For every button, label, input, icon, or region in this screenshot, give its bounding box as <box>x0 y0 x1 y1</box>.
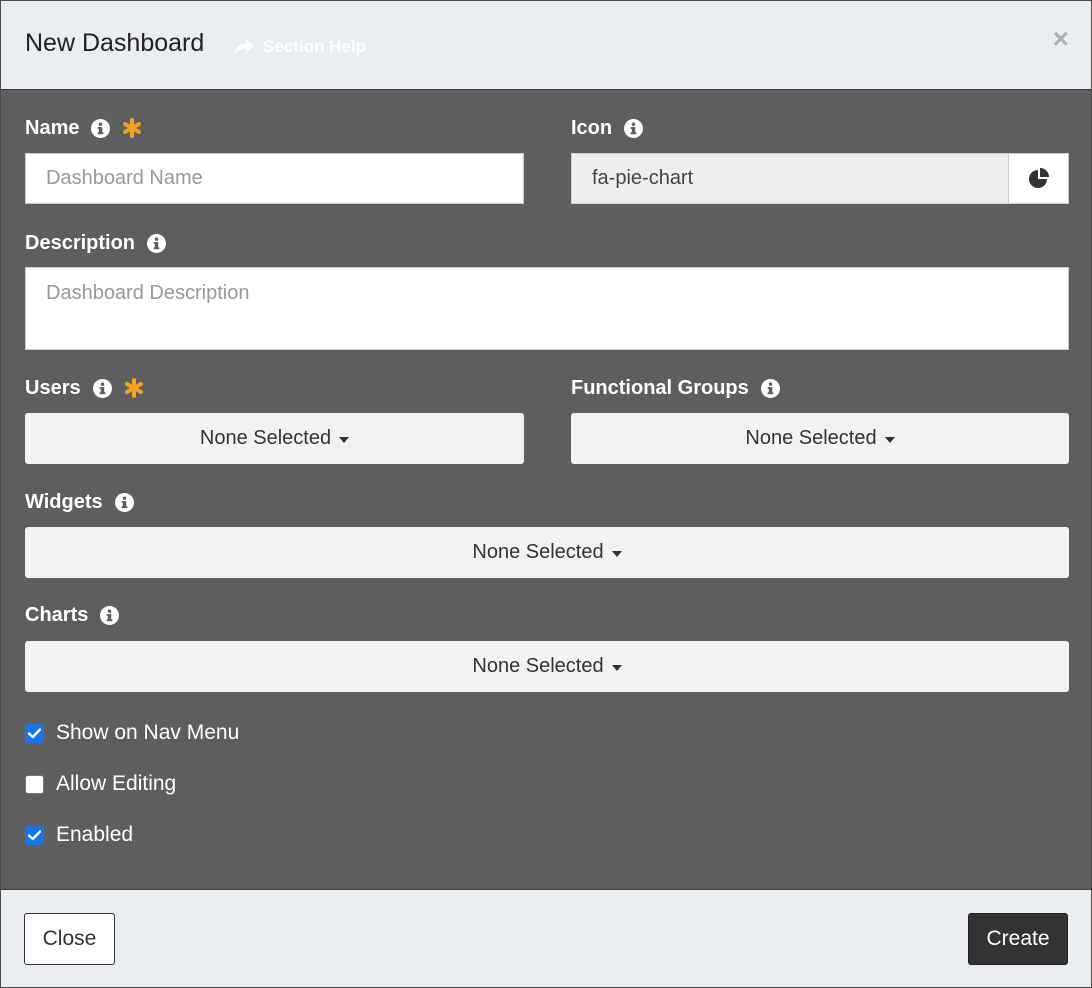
icon-label-group: Icon <box>571 114 644 142</box>
name-label-group: Name <box>25 114 142 142</box>
functional-groups-label-group: Functional Groups <box>571 374 780 402</box>
widgets-dropdown-value: None Selected <box>472 541 604 563</box>
charts-dropdown-value: None Selected <box>472 655 604 677</box>
show-on-nav-menu-label: Show on Nav Menu <box>56 721 240 744</box>
users-dropdown-value: None Selected <box>199 427 332 449</box>
checkmark-icon <box>28 727 41 738</box>
charts-dropdown[interactable]: None Selected <box>25 641 1069 692</box>
info-icon[interactable] <box>100 605 120 625</box>
widgets-label-group: Widgets <box>25 488 134 516</box>
pie-chart-icon <box>1028 167 1049 188</box>
modal-header: New Dashboard Section Help × <box>1 1 1091 90</box>
charts-label-group: Charts <box>25 601 120 629</box>
functional-groups-dropdown-value: None Selected <box>745 427 877 449</box>
widgets-dropdown[interactable]: None Selected <box>25 527 1069 578</box>
show-on-nav-menu-checkbox[interactable] <box>25 723 44 743</box>
info-icon[interactable] <box>92 378 112 398</box>
dashboard-name-input[interactable]: Dashboard Name <box>25 153 524 204</box>
caret-down-icon <box>884 436 895 443</box>
caret-down-icon <box>611 550 622 557</box>
description-label-group: Description <box>25 229 167 257</box>
allow-editing-option[interactable]: Allow Editing <box>25 772 176 796</box>
section-help-label: Section Help <box>263 37 366 56</box>
required-asterisk-icon <box>124 378 143 398</box>
info-icon[interactable] <box>760 378 780 398</box>
enabled-checkbox[interactable] <box>25 825 44 845</box>
caret-down-icon <box>339 436 350 443</box>
info-icon[interactable] <box>624 118 644 138</box>
allow-editing-checkbox[interactable] <box>25 774 44 794</box>
create-button[interactable]: Create <box>968 913 1068 965</box>
widgets-label: Widgets <box>25 490 103 513</box>
users-dropdown[interactable]: None Selected <box>25 413 524 464</box>
enabled-option[interactable]: Enabled <box>25 823 133 847</box>
dashboard-description-textarea[interactable]: Dashboard Description <box>25 267 1069 350</box>
info-icon[interactable] <box>114 492 134 512</box>
allow-editing-label: Allow Editing <box>56 772 177 795</box>
new-dashboard-modal: New Dashboard Section Help × Name Dashbo… <box>0 0 1092 988</box>
icon-preview-addon[interactable] <box>1008 153 1069 204</box>
modal-footer: Close Create <box>1 889 1091 987</box>
description-label: Description <box>25 231 136 254</box>
functional-groups-dropdown[interactable]: None Selected <box>571 413 1069 464</box>
enabled-label: Enabled <box>56 823 134 846</box>
users-label-group: Users <box>25 374 144 402</box>
icon-input[interactable]: fa-pie-chart <box>571 153 1009 204</box>
icon-label: Icon <box>571 116 613 139</box>
close-icon[interactable]: × <box>1053 25 1069 53</box>
info-icon[interactable] <box>91 118 111 138</box>
required-asterisk-icon <box>123 118 142 138</box>
share-icon <box>234 39 254 55</box>
close-button[interactable]: Close <box>24 913 115 965</box>
modal-title: New Dashboard <box>25 29 205 57</box>
checkmark-icon <box>28 829 41 840</box>
section-help-link[interactable]: Section Help <box>233 37 366 57</box>
caret-down-icon <box>611 664 622 671</box>
name-label: Name <box>25 116 80 139</box>
functional-groups-label: Functional Groups <box>571 376 749 399</box>
charts-label: Charts <box>25 603 89 626</box>
show-on-nav-menu-option[interactable]: Show on Nav Menu <box>25 721 239 745</box>
users-label: Users <box>25 376 81 399</box>
info-icon[interactable] <box>147 233 167 253</box>
